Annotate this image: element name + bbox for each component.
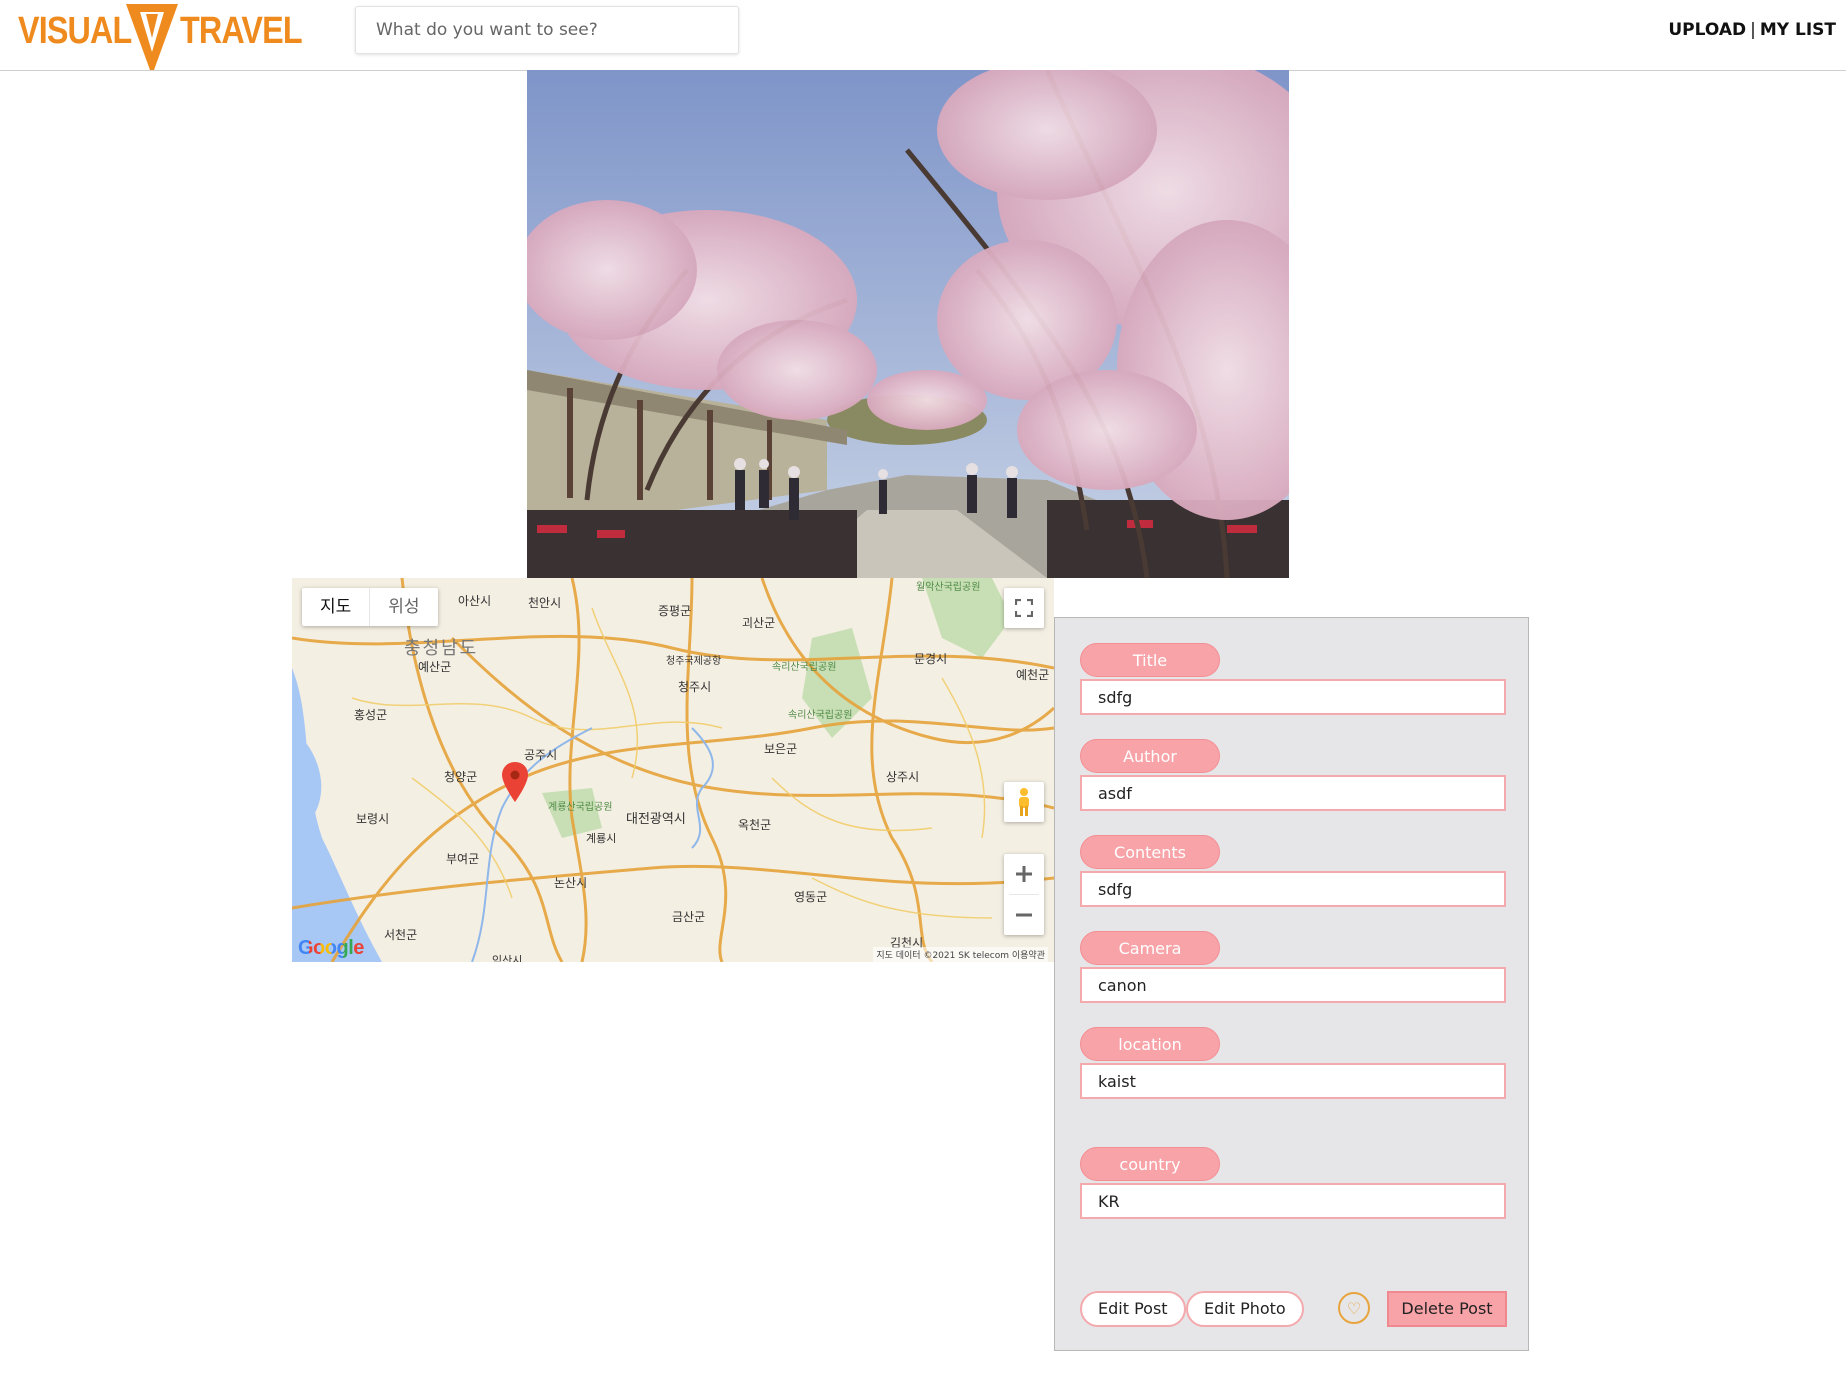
map-label-songnisan-2: 속리산국립공원: [788, 710, 853, 721]
map-label-yecheon: 예천군: [1016, 668, 1050, 682]
top-nav: UPLOAD | MY LIST: [1668, 20, 1836, 40]
location-label: location: [1080, 1027, 1220, 1061]
map-label-buyeo: 부여군: [446, 852, 480, 866]
map-label-gyeryong: 계룡시: [586, 832, 617, 845]
map-label-songnisan-1: 속리산국립공원: [772, 662, 837, 673]
map-label-nonsan: 논산시: [554, 876, 588, 890]
map-type-map-button[interactable]: 지도: [302, 588, 369, 626]
nav-separator: |: [1750, 20, 1756, 40]
author-label: Author: [1080, 739, 1220, 773]
google-logo[interactable]: Google: [298, 937, 364, 960]
plus-icon: [1016, 866, 1032, 882]
minus-icon: [1016, 913, 1032, 917]
zoom-control: [1004, 854, 1044, 935]
title-label: Title: [1080, 643, 1220, 677]
map-label-goesan: 괴산군: [742, 616, 776, 630]
post-photo: [527, 70, 1289, 578]
top-header: VISUAL TRAVEL UPLOAD|MY LIST: [0, 0, 1846, 71]
like-button[interactable]: ♡: [1338, 1292, 1370, 1324]
pegman-icon: [1019, 788, 1029, 816]
contents-label: Contents: [1080, 835, 1220, 869]
my-list-link[interactable]: MY LIST: [1760, 20, 1836, 40]
street-view-button[interactable]: [1004, 782, 1044, 822]
map-label-cheongju-airport: 청주국제공항: [666, 656, 722, 667]
map-label-daejeon: 대전광역시: [626, 812, 686, 827]
author-field[interactable]: [1080, 775, 1506, 811]
map-label-mungyeong: 문경시: [914, 652, 948, 666]
map-label-gyeryongsan: 계룡산국립공원: [548, 802, 613, 813]
visual-travel-logo[interactable]: VISUAL TRAVEL: [18, 2, 303, 72]
zoom-in-button[interactable]: [1004, 854, 1044, 894]
map-label-woraksan: 월악산국립공원: [916, 582, 981, 593]
map-label-okcheon: 옥천군: [738, 818, 772, 832]
map-marker-icon[interactable]: [502, 762, 528, 802]
post-details-panel: Title Author Contents Camera location co…: [1054, 617, 1529, 1351]
map-label-cheongyang: 청양군: [444, 770, 478, 784]
map-label-boeun: 보은군: [764, 742, 798, 756]
zoom-out-button[interactable]: [1004, 895, 1044, 935]
upload-link[interactable]: UPLOAD: [1668, 20, 1746, 40]
map-label-iksan: 익산시: [492, 954, 523, 962]
edit-post-button[interactable]: Edit Post: [1080, 1291, 1186, 1327]
fullscreen-icon: [1015, 599, 1033, 617]
delete-post-button[interactable]: Delete Post: [1387, 1291, 1507, 1327]
country-field[interactable]: [1080, 1183, 1506, 1219]
map-label-asan: 아산시: [458, 594, 492, 608]
map-label-cheonan: 천안시: [528, 596, 562, 610]
cherry-blossom-photo: [527, 70, 1289, 578]
camera-label: Camera: [1080, 931, 1220, 965]
google-logo-text: Google: [298, 937, 364, 959]
map-label-chungnam: 충청남도: [404, 638, 479, 659]
map-label-hongseong: 홍성군: [354, 708, 388, 722]
map-label-yesan: 예산군: [418, 660, 452, 674]
location-field[interactable]: [1080, 1063, 1506, 1099]
map-label-boryeong: 보령시: [356, 812, 390, 826]
map-label-cheongju: 청주시: [678, 680, 712, 694]
logo-word-right: TRAVEL: [180, 10, 303, 52]
logo-v-mark: [126, 4, 178, 70]
map-label-seocheon: 서천군: [384, 928, 418, 942]
title-field[interactable]: [1080, 679, 1506, 715]
map-label-jeungpyeong: 증평군: [658, 604, 692, 618]
map-attribution[interactable]: 지도 데이터 ©2021 SK telecom 이용약관: [873, 947, 1048, 962]
country-label: country: [1080, 1147, 1220, 1181]
logo-word-left: VISUAL: [18, 10, 132, 52]
contents-field[interactable]: [1080, 871, 1506, 907]
map-label-yeongdong: 영동군: [794, 890, 828, 904]
edit-photo-button[interactable]: Edit Photo: [1186, 1291, 1304, 1327]
map-type-control: 지도 위성: [302, 588, 438, 626]
map-label-sangju: 상주시: [886, 770, 920, 784]
search-input[interactable]: [355, 6, 739, 54]
camera-field[interactable]: [1080, 967, 1506, 1003]
map-label-geumsan: 금산군: [672, 910, 706, 924]
map-label-gongju: 공주시: [524, 748, 558, 762]
heart-icon: ♡: [1346, 1298, 1362, 1318]
location-map[interactable]: 아산시 천안시 증평군 괴산군 월악산국립공원 충청남도 예산군 청주국제공항 …: [292, 578, 1054, 962]
fullscreen-button[interactable]: [1004, 588, 1044, 628]
map-type-satellite-button[interactable]: 위성: [369, 588, 437, 626]
